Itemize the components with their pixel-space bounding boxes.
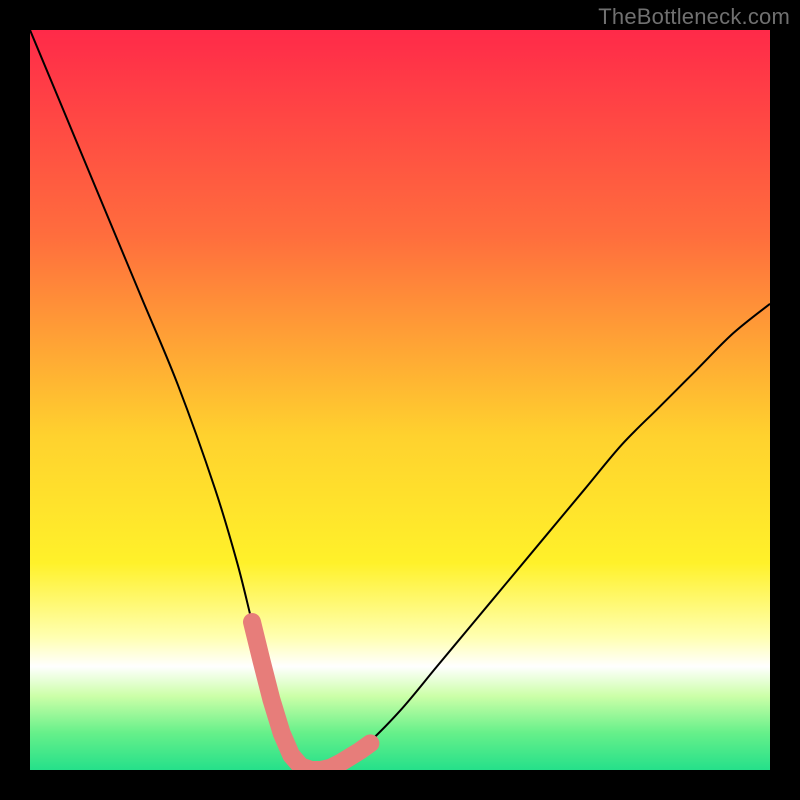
optimal-range-line (252, 622, 370, 770)
plot-area (30, 30, 770, 770)
watermark-text: TheBottleneck.com (598, 4, 790, 30)
outer-frame: TheBottleneck.com (0, 0, 800, 800)
optimal-range-markers (252, 622, 370, 770)
chart-svg (30, 30, 770, 770)
bottleneck-curve (30, 30, 770, 770)
